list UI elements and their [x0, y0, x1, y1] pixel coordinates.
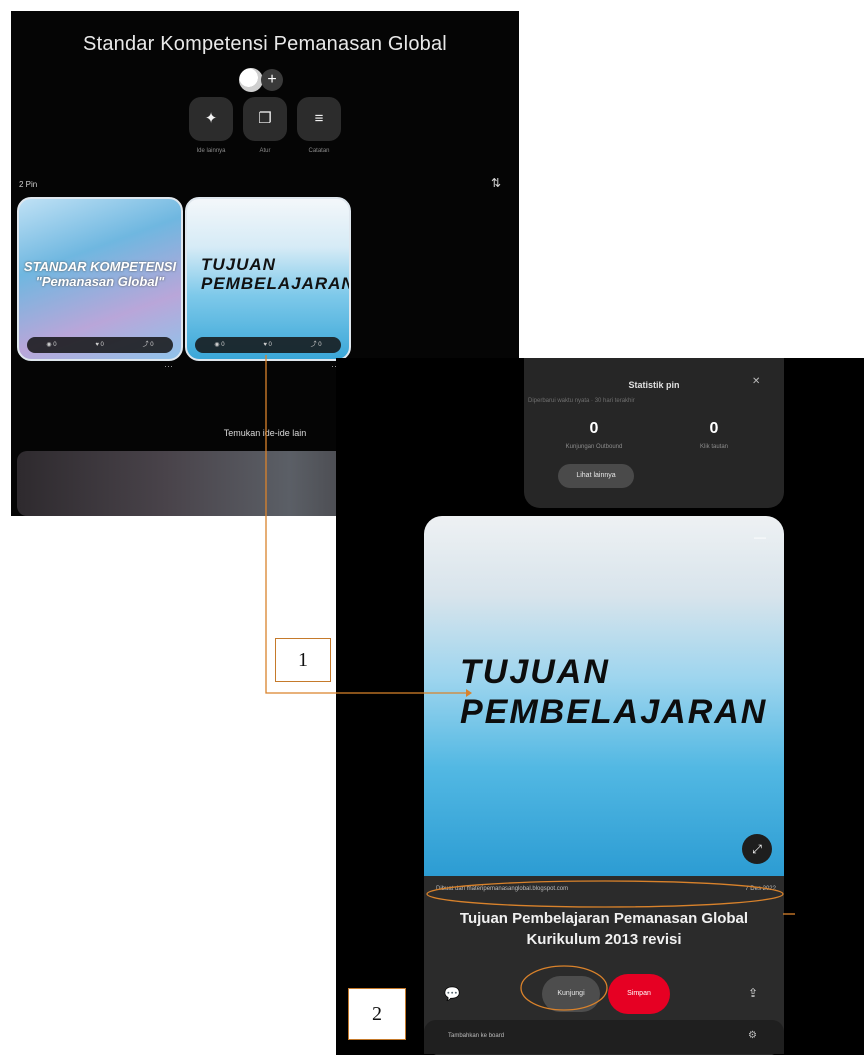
marker-1: 1: [275, 638, 331, 682]
connector-arrowhead: [466, 689, 472, 697]
source-highlight-ellipse: [426, 880, 784, 908]
annotation-overlay: [265, 355, 795, 1011]
visit-highlight-ellipse: [520, 965, 608, 1011]
marker-2: 2: [348, 988, 406, 1040]
